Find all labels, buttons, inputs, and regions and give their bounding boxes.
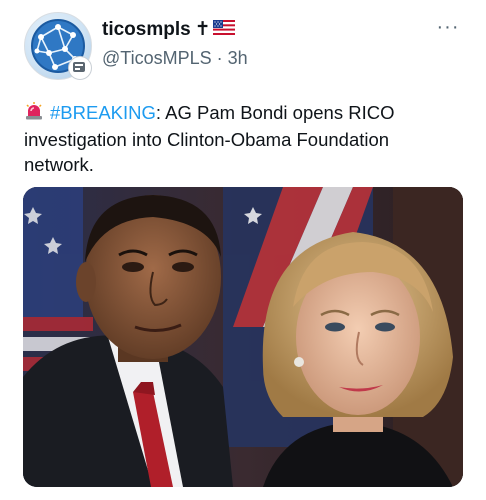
- author-name-text: ticosmpls: [102, 18, 191, 40]
- avatar[interactable]: [24, 12, 92, 80]
- tweet-photo[interactable]: [23, 187, 463, 487]
- us-flag-icon: [212, 19, 235, 41]
- author-handle-line: @TicosMPLS · 3h: [102, 48, 248, 69]
- affiliate-badge-icon: [68, 56, 92, 80]
- tweet-card[interactable]: ticosmpls ✝ @TicosMPLS · 3h ··· #BREAKIN…: [0, 0, 486, 500]
- meta-separator: ·: [216, 48, 223, 68]
- author-handle[interactable]: @TicosMPLS: [102, 48, 212, 68]
- hashtag-link[interactable]: #BREAKING: [50, 102, 156, 123]
- tweet-timestamp[interactable]: 3h: [228, 48, 248, 68]
- police-light-icon: [24, 101, 44, 127]
- author-display-name[interactable]: ticosmpls ✝: [102, 18, 235, 41]
- more-options-button[interactable]: ···: [436, 17, 460, 40]
- tweet-text: #BREAKING: AG Pam Bondi opens RICO inves…: [24, 100, 464, 177]
- latin-cross-icon: ✝: [194, 19, 211, 40]
- more-dots-icon: ···: [436, 16, 460, 38]
